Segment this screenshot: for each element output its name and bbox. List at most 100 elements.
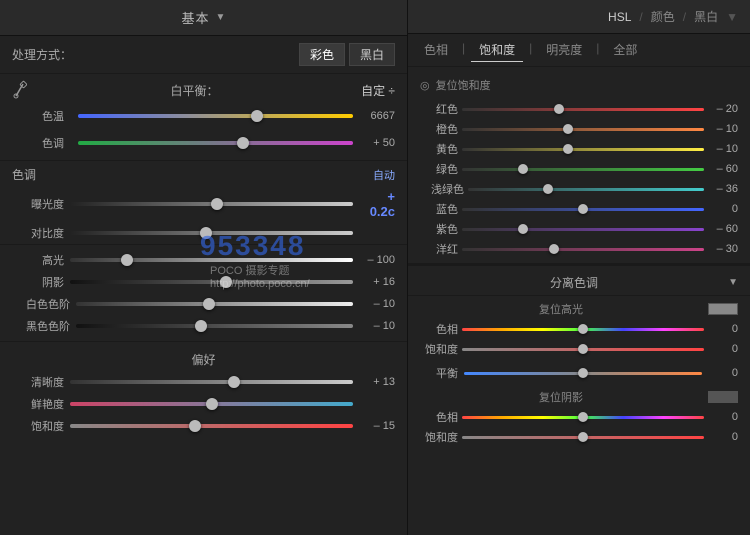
preference-section: 偏好 清晰度 + 13 鲜艳度 饱和度 – 15 (0, 342, 407, 441)
green-sat-slider[interactable] (462, 168, 704, 171)
vibrance-thumb[interactable] (206, 398, 218, 410)
exposure-slider[interactable] (70, 202, 353, 206)
magenta-sat-slider[interactable] (462, 248, 704, 251)
preference-title-row: 偏好 (0, 346, 407, 371)
highlight-slider[interactable] (70, 258, 353, 262)
split-toning-title-row: 分离色调 ▼ (408, 270, 750, 296)
wb-title-row: 白平衡： 自定 ÷ (12, 80, 395, 100)
hsl-tab[interactable]: HSL (608, 10, 631, 24)
purple-value: – 60 (708, 223, 738, 235)
green-thumb[interactable] (518, 164, 528, 174)
vibrance-slider[interactable] (70, 402, 353, 406)
shadow-sat-label: 饱和度 (420, 429, 458, 445)
white-label: 白色色阶 (12, 296, 70, 312)
white-thumb[interactable] (203, 298, 215, 310)
purple-thumb[interactable] (518, 224, 528, 234)
tab-sep2: | (527, 38, 534, 62)
shadow-color-swatch[interactable] (708, 391, 738, 403)
white-slider[interactable] (76, 302, 353, 306)
temp-slider[interactable] (78, 114, 353, 118)
temp-slider-row: 色温 6667 (12, 105, 395, 127)
blue-thumb[interactable] (578, 204, 588, 214)
sat-dot-icon: ◎ (420, 79, 430, 92)
aqua-label: 浅绿色 (420, 181, 464, 197)
header-arrow[interactable]: ▼ (726, 10, 738, 24)
highlight-value: – 100 (359, 254, 395, 266)
eyedropper-icon[interactable] (12, 80, 28, 100)
highlight-sat-thumb[interactable] (578, 344, 588, 354)
left-panel: 基本 ▼ 处理方式： 彩色 黑白 白平衡： 自定 ÷ 色温 6 (0, 0, 408, 535)
exposure-label: 曝光度 (12, 196, 64, 212)
orange-value: – 10 (708, 123, 738, 135)
black-thumb[interactable] (195, 320, 207, 332)
highlight-hue-thumb[interactable] (578, 324, 588, 334)
all-subtab[interactable]: 全部 (605, 38, 645, 62)
red-sat-slider[interactable] (462, 108, 704, 111)
wb-preset-select[interactable]: 自定 ÷ (361, 82, 395, 99)
left-panel-title: 基本 (182, 8, 210, 27)
split-toning-arrow[interactable]: ▼ (728, 277, 738, 288)
aqua-thumb[interactable] (543, 184, 553, 194)
bw-mode-button[interactable]: 黑白 (349, 43, 395, 66)
clarity-slider[interactable] (70, 380, 353, 384)
left-panel-header: 基本 ▼ (0, 0, 407, 36)
saturation-slider[interactable] (70, 424, 353, 428)
contrast-thumb[interactable] (200, 227, 212, 239)
shadow-hue-slider[interactable] (462, 416, 704, 419)
left-panel-arrow[interactable]: ▼ (216, 12, 226, 23)
hue-subtab[interactable]: 色相 (416, 38, 456, 62)
black-slider[interactable] (76, 324, 353, 328)
balance-row: 平衡 0 (408, 362, 750, 384)
tone-auto-button[interactable]: 自动 (373, 167, 395, 183)
balance-thumb[interactable] (578, 368, 588, 378)
luminance-subtab[interactable]: 明亮度 (538, 38, 590, 62)
bw-tab[interactable]: 黑白 (694, 8, 718, 25)
clarity-label: 清晰度 (12, 374, 64, 390)
saturation-thumb[interactable] (189, 420, 201, 432)
highlight-color-swatch[interactable] (708, 303, 738, 315)
saturation-value: – 15 (359, 420, 395, 432)
shadow-hue-thumb[interactable] (578, 412, 588, 422)
highlight-sat-slider[interactable] (462, 348, 704, 351)
green-label: 绿色 (420, 161, 458, 177)
sat-section-title: 复位饱和度 (436, 74, 738, 96)
blue-sat-slider[interactable] (462, 208, 704, 211)
orange-thumb[interactable] (563, 124, 573, 134)
color-mode-button[interactable]: 彩色 (299, 43, 345, 66)
shadow-title: 复位阴影 (420, 389, 702, 405)
highlight-hue-slider[interactable] (462, 328, 704, 331)
magenta-thumb[interactable] (549, 244, 559, 254)
shadow-sat-thumb[interactable] (578, 432, 588, 442)
shadow-slider[interactable] (70, 280, 353, 284)
split-toning-title: 分离色调 (420, 274, 728, 291)
color-tab[interactable]: 颜色 (651, 8, 675, 25)
shadow-hue-row: 色相 0 (420, 407, 738, 427)
orange-sat-slider[interactable] (462, 128, 704, 131)
highlight-thumb[interactable] (121, 254, 133, 266)
yellow-thumb[interactable] (563, 144, 573, 154)
right-panel: HSL / 颜色 / 黑白 ▼ 色相 | 饱和度 | 明亮度 | 全部 ◎ 复位… (408, 0, 750, 535)
contrast-slider[interactable] (70, 231, 353, 235)
exposure-thumb[interactable] (211, 198, 223, 210)
exposure-slider-row: 曝光度 + 0.2c (0, 186, 407, 222)
balance-slider[interactable] (464, 372, 702, 375)
shadow-sat-slider[interactable] (462, 436, 704, 439)
saturation-subtab[interactable]: 饱和度 (471, 38, 523, 62)
aqua-sat-slider[interactable] (468, 188, 704, 191)
tint-thumb[interactable] (237, 137, 249, 149)
black-label: 黑色色阶 (12, 318, 70, 334)
blue-value: 0 (708, 203, 738, 215)
yellow-sat-slider[interactable] (462, 148, 704, 151)
aqua-value: – 36 (708, 183, 738, 195)
red-thumb[interactable] (554, 104, 564, 114)
temp-label: 色温 (12, 108, 64, 124)
clarity-thumb[interactable] (228, 376, 240, 388)
purple-sat-slider[interactable] (462, 228, 704, 231)
header-sep2: / (683, 10, 686, 24)
tint-slider[interactable] (78, 141, 353, 145)
shadow-thumb[interactable] (220, 276, 232, 288)
temp-thumb[interactable] (251, 110, 263, 122)
sat-section-title-row: ◎ 复位饱和度 (420, 71, 738, 99)
shadow-label: 阴影 (12, 274, 64, 290)
tab-sep1: | (460, 38, 467, 62)
